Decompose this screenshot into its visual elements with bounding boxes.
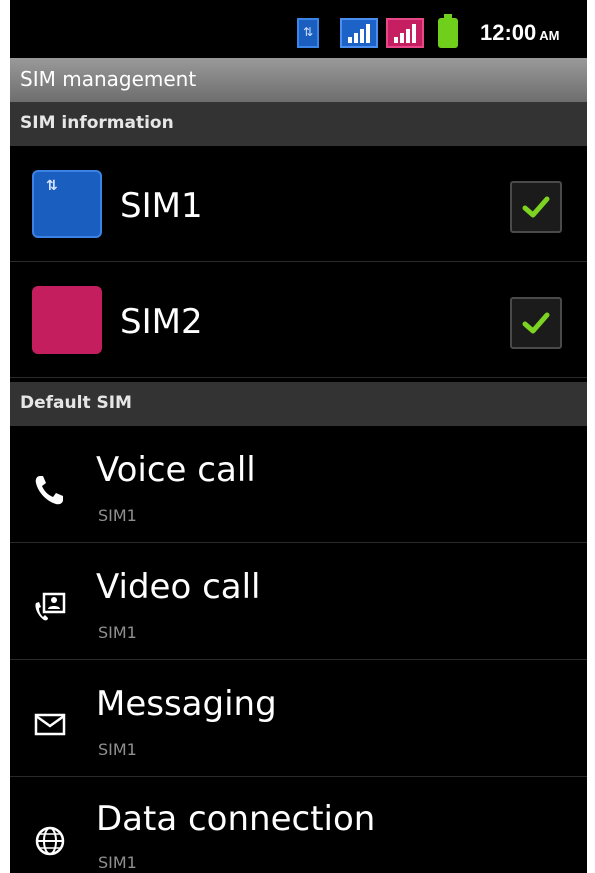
setting-title: Data connection bbox=[96, 799, 376, 839]
messaging-row[interactable]: Messaging SIM1 bbox=[10, 660, 587, 777]
phone-icon bbox=[35, 476, 63, 505]
voice-call-row[interactable]: Voice call SIM1 bbox=[10, 426, 587, 543]
check-icon bbox=[522, 196, 550, 218]
title-bar: SIM management bbox=[10, 58, 587, 102]
page-title: SIM management bbox=[20, 67, 197, 91]
sim2-signal-icon bbox=[386, 18, 424, 48]
sim1-signal-icon bbox=[340, 18, 378, 48]
sim2-label: SIM2 bbox=[120, 302, 203, 342]
sim2-checkbox[interactable] bbox=[510, 297, 562, 349]
sim1-row[interactable]: ⇅ SIM1 bbox=[10, 146, 587, 262]
status-bar: ⇅ 12:00 AM bbox=[10, 0, 587, 58]
setting-value: SIM1 bbox=[98, 506, 137, 525]
sim1-label: SIM1 bbox=[120, 186, 203, 226]
phone-screen: ⇅ 12:00 AM SIM management SIM informatio… bbox=[10, 0, 587, 873]
video-call-icon bbox=[35, 592, 66, 621]
sim2-card-icon bbox=[32, 286, 102, 354]
section-title: Default SIM bbox=[20, 393, 132, 413]
data-transfer-icon: ⇅ bbox=[297, 18, 319, 48]
setting-value: SIM1 bbox=[98, 853, 137, 872]
battery-icon bbox=[438, 14, 458, 48]
check-icon bbox=[522, 312, 550, 334]
section-header-sim-information: SIM information bbox=[10, 102, 587, 146]
sim1-checkbox[interactable] bbox=[510, 181, 562, 233]
globe-icon bbox=[35, 826, 65, 856]
status-time-value: 12:00 bbox=[480, 20, 537, 45]
status-time-ampm: AM bbox=[539, 28, 560, 43]
setting-value: SIM1 bbox=[98, 740, 137, 759]
sim1-card-icon: ⇅ bbox=[32, 170, 102, 238]
section-title: SIM information bbox=[20, 113, 174, 133]
envelope-icon bbox=[34, 713, 66, 736]
sim2-row[interactable]: SIM2 bbox=[10, 262, 587, 378]
data-connection-row[interactable]: Data connection SIM1 bbox=[10, 777, 587, 873]
setting-title: Messaging bbox=[96, 684, 277, 724]
status-time: 12:00 AM bbox=[480, 20, 560, 46]
section-header-default-sim: Default SIM bbox=[10, 382, 587, 426]
setting-value: SIM1 bbox=[98, 623, 137, 642]
setting-title: Voice call bbox=[96, 450, 256, 490]
setting-title: Video call bbox=[96, 567, 261, 607]
video-call-row[interactable]: Video call SIM1 bbox=[10, 543, 587, 660]
